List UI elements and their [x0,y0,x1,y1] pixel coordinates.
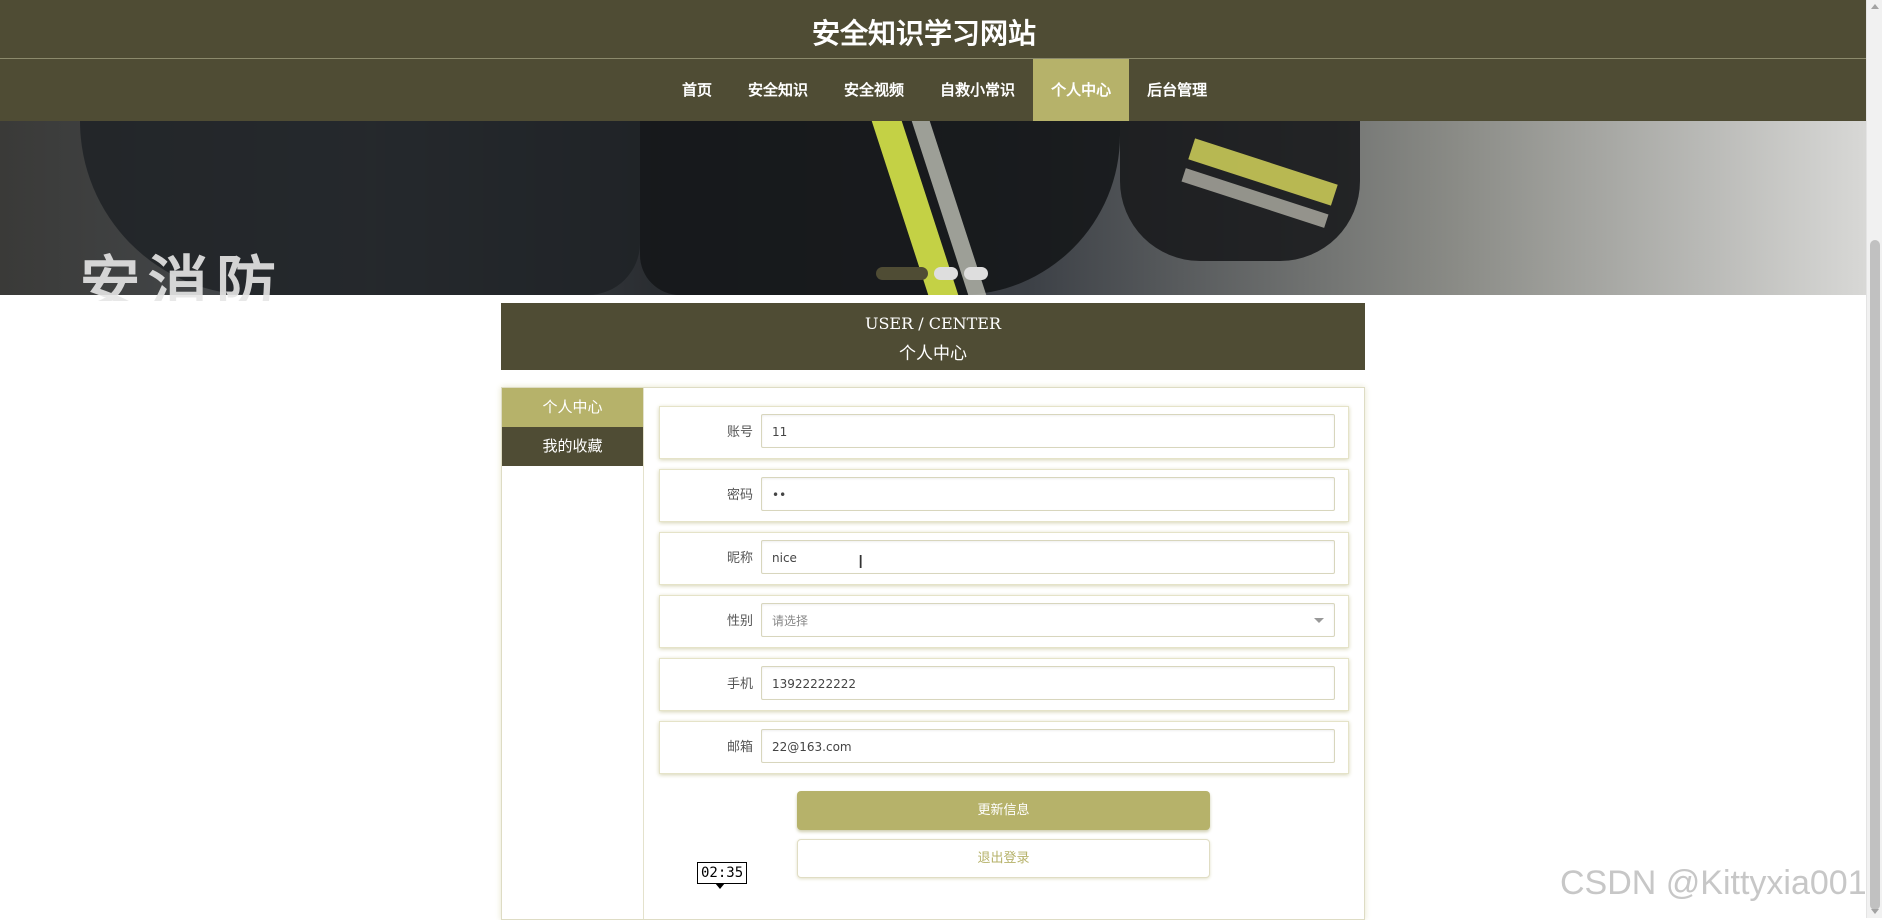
nav-item-admin[interactable]: 后台管理 [1129,59,1225,121]
form-row-phone: 手机 13922222222 [659,658,1349,711]
nickname-field[interactable]: nice [761,540,1335,574]
email-field[interactable]: 22@163.com [761,729,1335,763]
text-cursor-icon: I [858,552,864,573]
main-nav: 首页 安全知识 安全视频 自救小常识 个人中心 后台管理 [0,59,1866,121]
form-row-gender: 性别 请选择 [659,595,1349,648]
form-row-account: 账号 11 [659,406,1349,459]
form-row-nickname: 昵称 nice [659,532,1349,585]
side-menu-item-user-center[interactable]: 个人中心 [502,388,643,427]
nav-item-safety-video[interactable]: 安全视频 [826,59,922,121]
account-field[interactable]: 11 [761,414,1335,448]
user-center-header: USER / CENTER 个人中心 [501,303,1365,370]
gender-select-value: 请选择 [772,614,809,628]
page-scrollbar[interactable] [1866,0,1882,918]
password-label: 密码 [726,488,753,503]
watermark: CSDN @Kittyxia001 [1560,864,1867,902]
update-info-button[interactable]: 更新信息 [797,791,1210,830]
scroll-down-icon[interactable] [1871,909,1879,914]
scroll-up-icon[interactable] [1871,4,1879,9]
tooltip-tail [715,883,725,889]
carousel-dots [876,267,988,280]
nav-item-user-center[interactable]: 个人中心 [1033,59,1130,121]
nickname-label: 昵称 [726,551,753,566]
user-center-panel: 个人中心 我的收藏 账号 11 密码 •• 昵称 nice 性别 请选择 手机 … [501,387,1365,920]
gender-select[interactable]: 请选择 [761,603,1335,637]
user-center-title-en: USER / CENTER [864,314,1002,333]
phone-label: 手机 [726,677,753,692]
gender-label: 性别 [726,614,753,629]
nav-item-safety-knowledge[interactable]: 安全知识 [730,59,826,121]
chevron-down-icon [1314,618,1324,623]
side-menu: 个人中心 我的收藏 [502,388,644,919]
form-row-password: 密码 •• [659,469,1349,522]
carousel-dot-2[interactable] [934,267,958,280]
scroll-thumb[interactable] [1870,240,1880,910]
user-center-title-cn: 个人中心 [899,344,967,364]
carousel-dot-1[interactable] [876,267,928,280]
logout-button[interactable]: 退出登录 [797,839,1210,878]
banner-overlay-text: 安消防 [80,250,284,320]
carousel-dot-3[interactable] [964,267,988,280]
form-row-email: 邮箱 22@163.com [659,721,1349,774]
password-field[interactable]: •• [761,477,1335,511]
site-title: 安全知识学习网站 [811,17,1036,50]
nav-item-home[interactable]: 首页 [664,59,730,121]
phone-field[interactable]: 13922222222 [761,666,1335,700]
time-tooltip: 02:35 [697,862,748,884]
email-label: 邮箱 [726,740,753,755]
account-label: 账号 [726,425,753,440]
site-header: 安全知识学习网站 [0,0,1866,59]
nav-item-self-rescue[interactable]: 自救小常识 [922,59,1033,121]
side-menu-item-favorites[interactable]: 我的收藏 [502,427,643,466]
